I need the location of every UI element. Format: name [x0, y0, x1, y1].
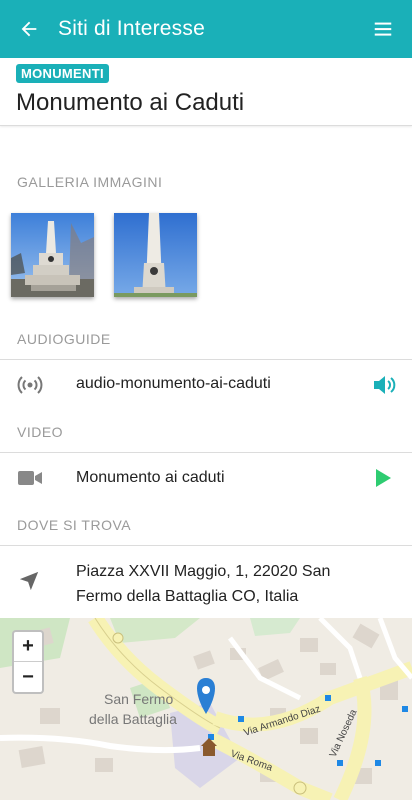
place-title: Monumento ai Caduti [16, 89, 245, 116]
audioguide-item-label: audio-monumento-ai-caduti [76, 375, 271, 392]
arrow-left-icon [21, 21, 37, 37]
gallery-image-1[interactable] [11, 213, 94, 297]
video-camera-icon [18, 471, 42, 485]
play-icon[interactable] [374, 468, 392, 488]
map-view[interactable]: Via Armando Diaz Via Roma Via Noseda San… [0, 618, 412, 800]
gallery-image-2[interactable] [114, 213, 197, 297]
hamburger-menu-icon [374, 22, 392, 36]
divider [0, 545, 412, 546]
category-badge: MONUMENTI [16, 64, 109, 83]
zoom-in-button[interactable]: + [14, 632, 42, 662]
menu-button[interactable] [354, 0, 412, 58]
video-section-label: VIDEO [17, 424, 64, 440]
back-button[interactable] [0, 0, 58, 58]
map-place-label: San Fermo [104, 691, 174, 707]
broadcast-icon [17, 376, 43, 394]
gallery-section-label: GALLERIA IMMAGINI [17, 174, 163, 190]
app-bar: Siti di Interesse [0, 0, 412, 58]
place-header: MONUMENTI Monumento ai Caduti [0, 58, 412, 126]
app-bar-title: Siti di Interesse [58, 17, 205, 40]
location-section-label: DOVE SI TROVA [17, 517, 132, 533]
zoom-out-button[interactable]: − [14, 662, 42, 692]
speaker-icon[interactable] [372, 374, 396, 396]
address-text: Piazza XXVII Maggio, 1, 22020 San Fermo … [76, 563, 331, 605]
navigation-arrow-icon [19, 571, 39, 591]
audioguide-row[interactable]: audio-monumento-ai-caduti [0, 360, 412, 410]
video-row[interactable]: Monumento ai caduti [0, 453, 412, 503]
map-zoom-control: + − [12, 630, 44, 694]
map-place-label: della Battaglia [89, 711, 177, 727]
video-item-label: Monumento ai caduti [76, 469, 225, 486]
audioguide-section-label: AUDIOGUIDE [17, 331, 111, 347]
